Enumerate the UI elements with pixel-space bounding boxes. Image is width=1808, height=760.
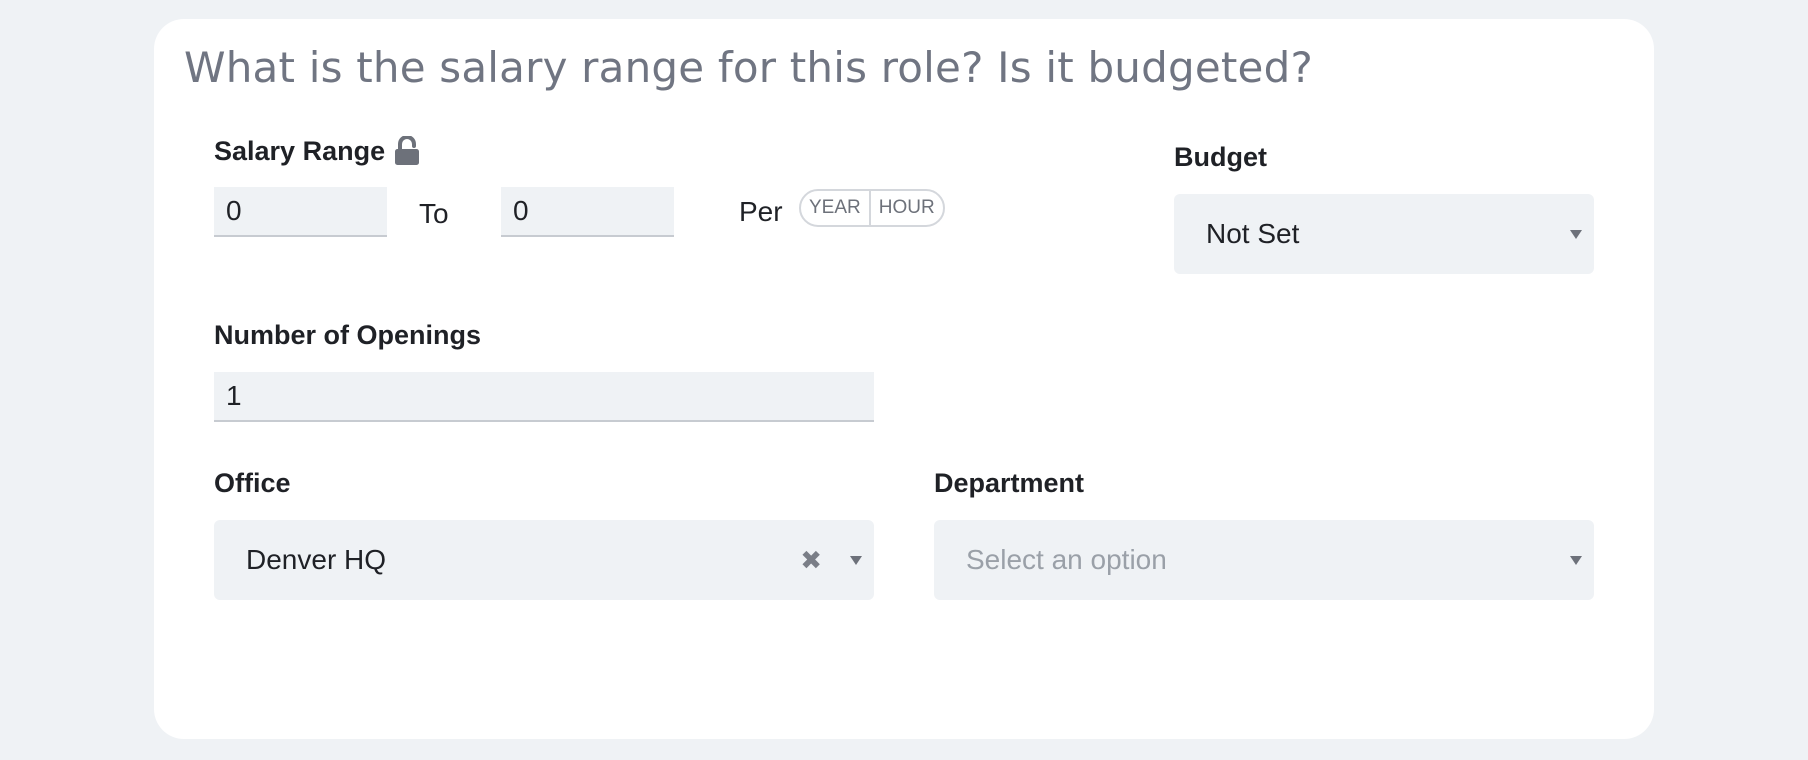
office-select[interactable]: Denver HQ ✖ [214,520,874,600]
question-heading: What is the salary range for this role? … [184,43,1313,92]
budget-label: Budget [1174,142,1267,172]
department-select[interactable]: Select an option [934,520,1594,600]
salary-budget-card: What is the salary range for this role? … [154,19,1654,739]
openings-label: Number of Openings [214,320,482,350]
budget-select[interactable]: Not Set [1174,194,1594,274]
salary-range-label: Salary Range [214,136,386,166]
chevron-down-icon [850,556,862,565]
budget-selected-value: Not Set [1206,218,1300,249]
openings-input[interactable] [214,372,874,422]
pay-period-toggle[interactable]: YEAR HOUR [799,189,945,227]
office-label: Office [214,468,291,498]
clear-icon[interactable]: ✖ [800,542,822,578]
per-label: Per [739,196,783,227]
to-label: To [419,198,449,229]
department-placeholder: Select an option [966,544,1167,575]
chevron-down-icon [1570,556,1582,565]
salary-max-input[interactable] [501,187,674,237]
unlocked-lock-icon[interactable] [394,135,420,166]
office-selected-value: Denver HQ [246,544,387,575]
salary-min-input[interactable] [214,187,387,237]
department-label: Department [934,468,1085,498]
chevron-down-icon [1570,230,1582,239]
period-year-option[interactable]: YEAR [801,191,869,225]
period-hour-option[interactable]: HOUR [868,191,943,225]
